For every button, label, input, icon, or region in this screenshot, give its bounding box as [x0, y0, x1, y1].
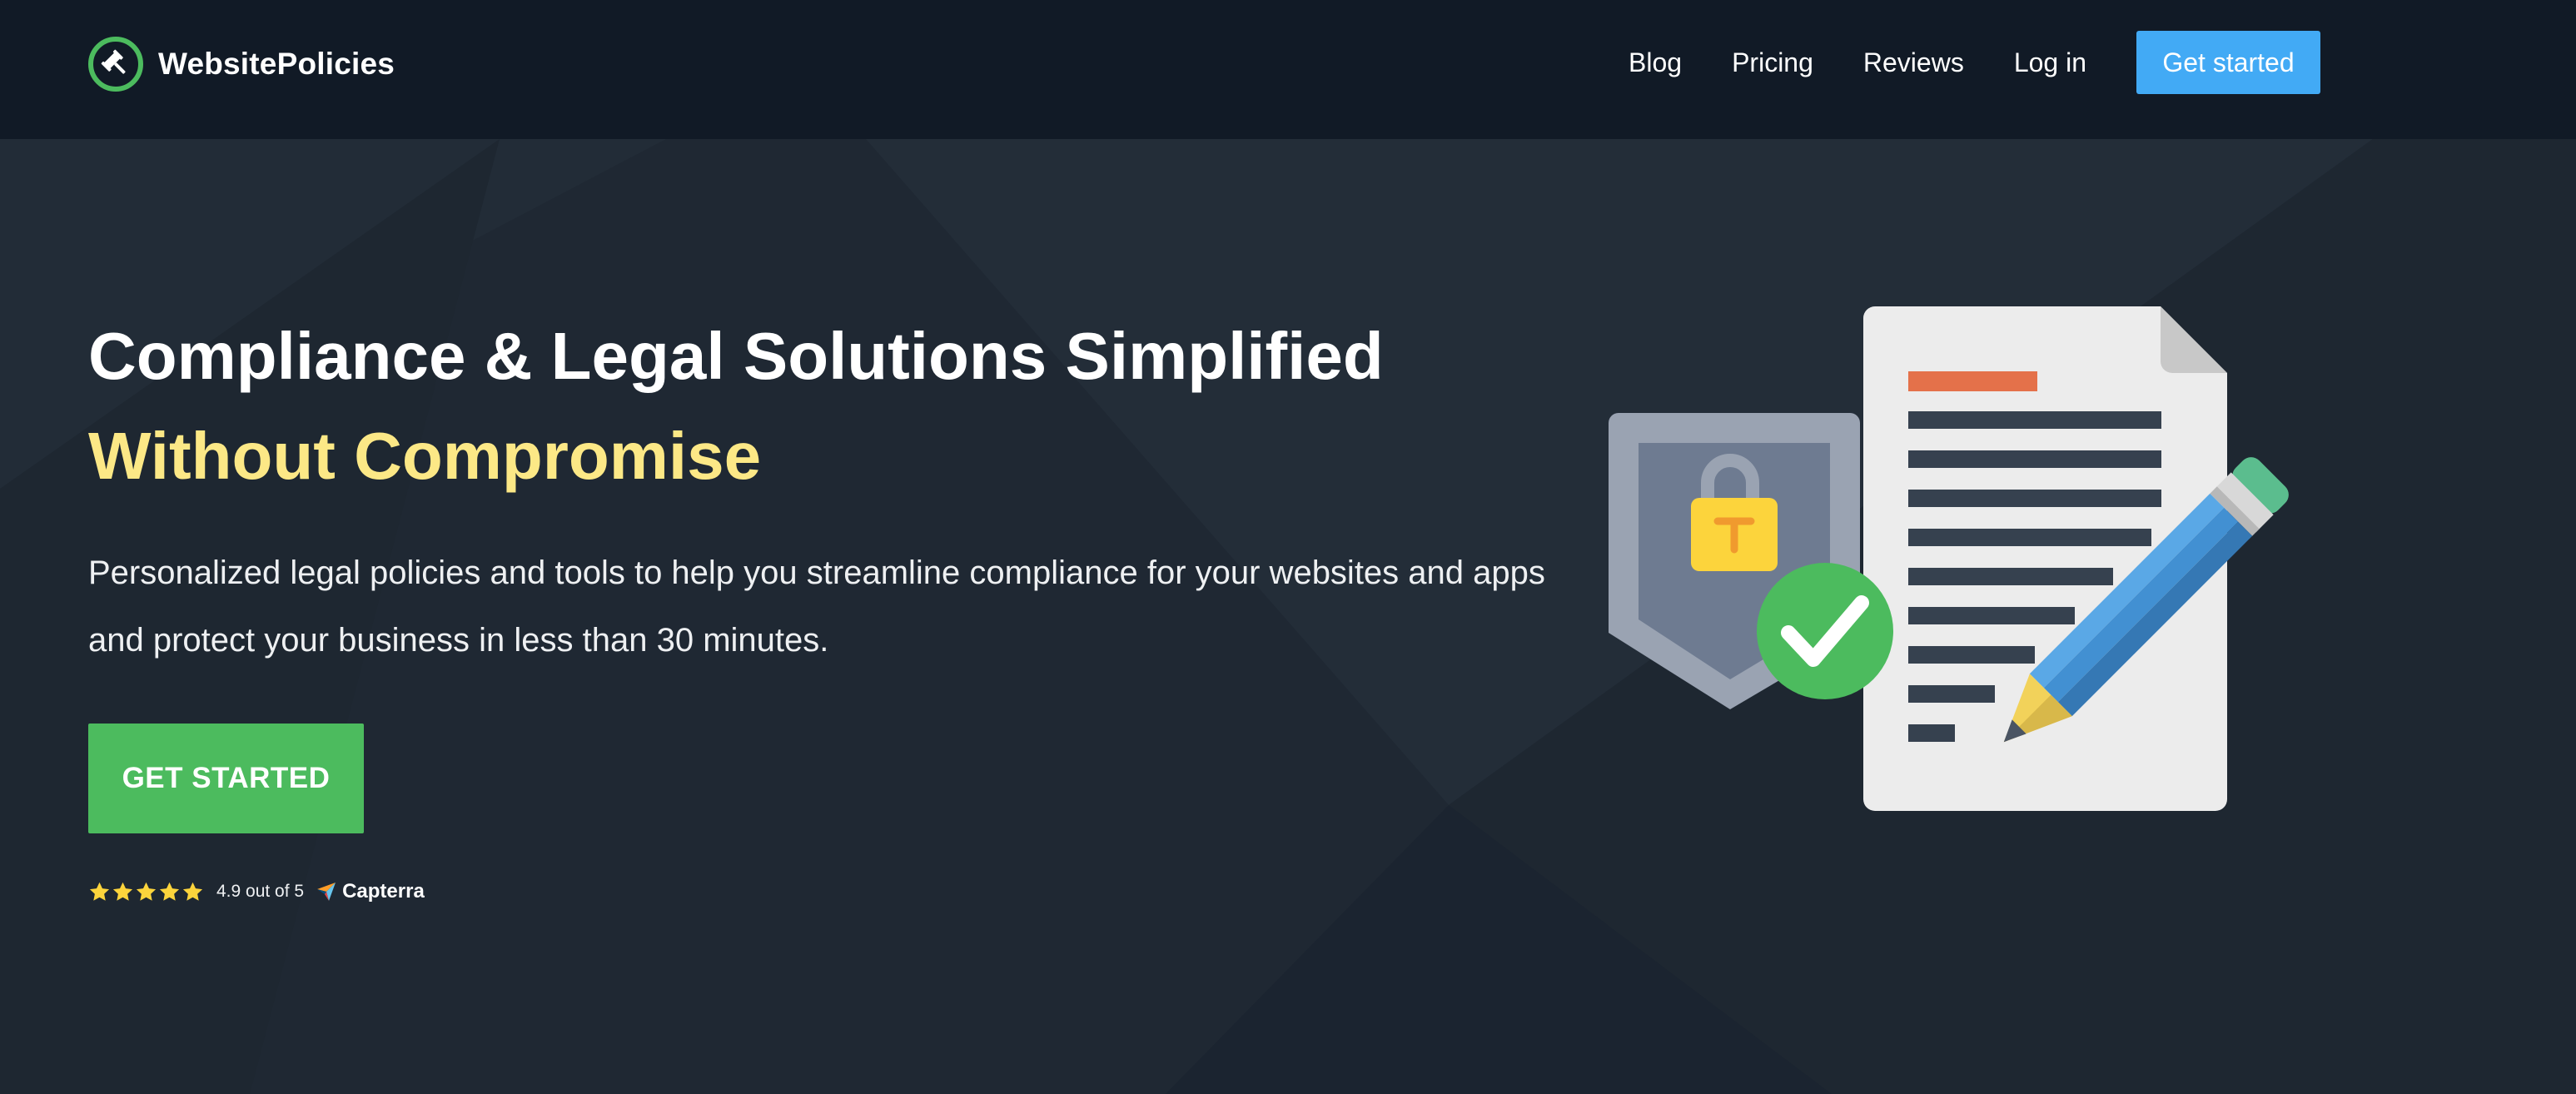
rating-badge[interactable]: 4.9 out of 5 Capterra — [88, 876, 425, 908]
brand-logo-link[interactable]: WebsitePolicies — [88, 37, 395, 92]
star-icon — [89, 882, 110, 901]
gavel-icon — [88, 37, 143, 92]
capterra-arrow-icon — [317, 883, 336, 901]
header-get-started-button[interactable]: Get started — [2136, 31, 2320, 94]
hero-title-line1: Compliance & Legal Solutions Simplified — [88, 319, 1384, 393]
rating-score: 4.9 out of 5 — [216, 882, 305, 901]
capterra-name: Capterra — [342, 880, 425, 903]
star-icon — [112, 882, 133, 901]
hero-title: Compliance & Legal Solutions Simplified … — [88, 306, 1384, 506]
star-icon — [159, 882, 180, 901]
nav-link-blog[interactable]: Blog — [1629, 47, 1682, 78]
star-icon — [182, 882, 203, 901]
nav-link-pricing[interactable]: Pricing — [1732, 47, 1813, 78]
brand-name: WebsitePolicies — [158, 47, 395, 81]
nav-link-login[interactable]: Log in — [2014, 47, 2086, 78]
rating-stars — [88, 881, 205, 903]
main-nav: Blog Pricing Reviews Log in Get started — [1629, 31, 2320, 94]
hero-illustration — [1609, 306, 2289, 811]
hero-description: Personalized legal policies and tools to… — [88, 554, 1545, 659]
capterra-logo: Capterra — [316, 880, 425, 903]
star-icon — [136, 882, 157, 901]
checkmark-icon — [1757, 563, 1893, 699]
hero-get-started-button[interactable]: GET STARTED — [88, 724, 364, 833]
site-header: WebsitePolicies Blog Pricing Reviews Log… — [0, 0, 2576, 139]
hero-title-highlight: Without Compromise — [88, 419, 762, 493]
nav-link-reviews[interactable]: Reviews — [1863, 47, 1964, 78]
